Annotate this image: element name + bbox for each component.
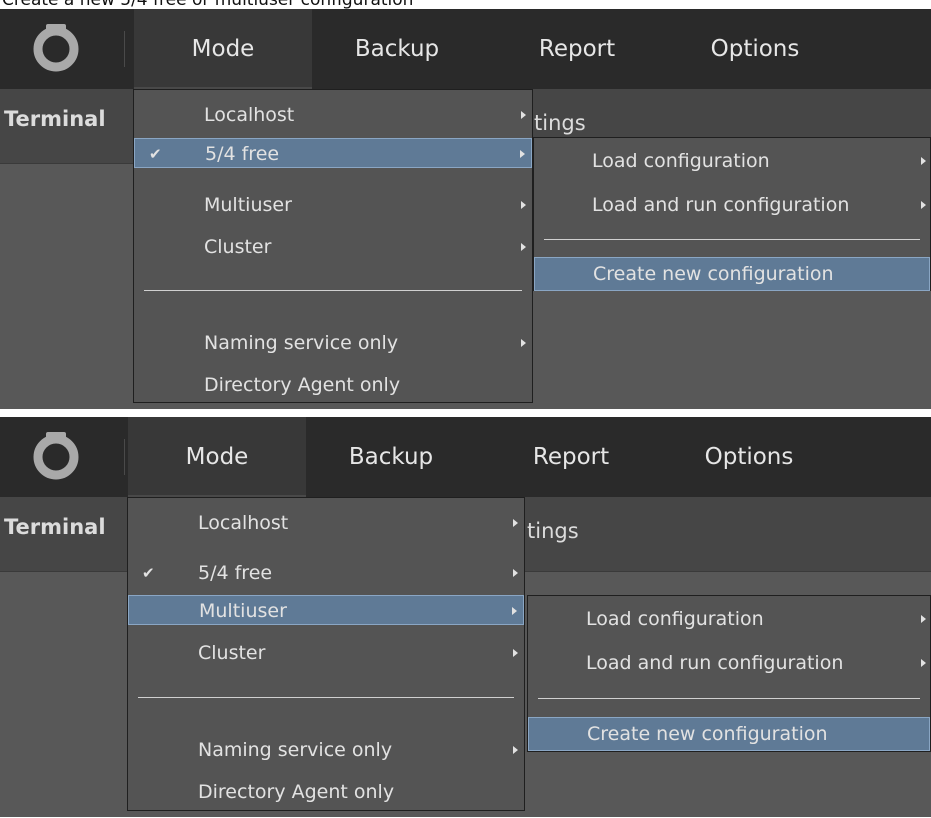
submenu-item-create-new-configuration[interactable]: Create new configuration [528, 717, 930, 751]
mode-item-naming-service-only[interactable]: Naming service only [128, 735, 524, 765]
chevron-right-icon [921, 201, 926, 209]
mode-item-label: 5/4 free [205, 143, 280, 165]
submenu-item-label: Load and run configuration [592, 194, 850, 216]
mode-item-label: Localhost [198, 512, 289, 534]
chevron-right-icon [512, 607, 517, 615]
mode-item-localhost[interactable]: Localhost [134, 100, 532, 130]
submenu-item-label: Create new configuration [593, 263, 834, 285]
menu-mode[interactable]: Mode [128, 417, 306, 497]
chevron-right-icon [521, 243, 526, 251]
mode-item-label: Naming service only [198, 739, 393, 761]
menu-options[interactable]: Options [674, 417, 824, 497]
submenu-item-create-new-configuration[interactable]: Create new configuration [534, 257, 930, 291]
ring-logo-icon[interactable] [28, 19, 84, 75]
mode-item-localhost[interactable]: Localhost [128, 508, 524, 538]
mode-dropdown: Localhost ✔ 5/4 free Multiuser Cluster N… [127, 497, 525, 811]
screenshot-panel-1: Mode Backup Report Options Terminal ting… [0, 9, 931, 409]
top-menubar: Mode Backup Report Options [0, 417, 931, 497]
mode-item-5-4-free[interactable]: ✔ 5/4 free [128, 558, 524, 588]
chevron-right-icon [921, 157, 926, 165]
checkmark-icon: ✔ [142, 564, 155, 582]
mode-item-label: Localhost [204, 104, 295, 126]
submenu-item-label: Load configuration [586, 608, 764, 630]
configuration-submenu: Load configuration Load and run configur… [533, 137, 931, 291]
mode-item-label: Directory Agent only [204, 374, 401, 396]
menu-divider [144, 290, 522, 291]
mode-item-label: Multiuser [204, 194, 292, 216]
chevron-right-icon [921, 615, 926, 623]
submenu-item-load-and-run-configuration[interactable]: Load and run configuration [534, 190, 930, 220]
mode-item-5-4-free[interactable]: ✔ 5/4 free [134, 138, 532, 168]
logo-separator [124, 439, 125, 475]
mode-item-label: Cluster [204, 236, 272, 258]
mode-item-cluster[interactable]: Cluster [134, 232, 532, 262]
tab-terminal[interactable]: Terminal [4, 107, 106, 131]
menu-divider [138, 697, 514, 698]
screenshot-panel-2: Mode Backup Report Options Terminal ting… [0, 417, 931, 817]
mode-item-label: Cluster [198, 642, 266, 664]
submenu-item-load-configuration[interactable]: Load configuration [528, 604, 930, 634]
menu-divider [544, 239, 920, 240]
tab-terminal[interactable]: Terminal [4, 515, 106, 539]
chevron-right-icon [921, 659, 926, 667]
chevron-right-icon [521, 111, 526, 119]
caption: Create a new 5/4 free or multiuser confi… [2, 0, 414, 10]
chevron-right-icon [513, 519, 518, 527]
mode-item-cluster[interactable]: Cluster [128, 638, 524, 668]
chevron-right-icon [521, 339, 526, 347]
submenu-item-load-and-run-configuration[interactable]: Load and run configuration [528, 648, 930, 678]
tab-settings[interactable]: tings [527, 519, 579, 543]
submenu-item-label: Create new configuration [587, 723, 828, 745]
mode-item-label: Naming service only [204, 332, 399, 354]
top-menubar: Mode Backup Report Options [0, 9, 931, 89]
mode-item-multiuser[interactable]: Multiuser [134, 190, 532, 220]
configuration-submenu: Load configuration Load and run configur… [527, 595, 931, 752]
mode-item-label: Directory Agent only [198, 781, 395, 803]
logo-separator [124, 31, 125, 67]
tab-settings[interactable]: tings [534, 111, 586, 135]
ring-logo-icon[interactable] [28, 427, 84, 483]
menu-backup[interactable]: Backup [316, 417, 466, 497]
mode-dropdown: Localhost ✔ 5/4 free Multiuser Cluster N… [133, 89, 533, 403]
mode-item-directory-agent-only[interactable]: Directory Agent only [134, 370, 532, 400]
menu-report[interactable]: Report [512, 9, 642, 89]
chevron-right-icon [520, 150, 525, 158]
mode-item-directory-agent-only[interactable]: Directory Agent only [128, 777, 524, 807]
mode-item-multiuser[interactable]: Multiuser [128, 595, 524, 625]
submenu-item-load-configuration[interactable]: Load configuration [534, 146, 930, 176]
checkmark-icon: ✔ [149, 145, 162, 163]
menu-divider [538, 698, 920, 699]
mode-item-naming-service-only[interactable]: Naming service only [134, 328, 532, 358]
chevron-right-icon [513, 746, 518, 754]
menu-backup[interactable]: Backup [322, 9, 472, 89]
mode-item-label: 5/4 free [198, 562, 273, 584]
chevron-right-icon [521, 201, 526, 209]
submenu-item-label: Load configuration [592, 150, 770, 172]
menu-report[interactable]: Report [506, 417, 636, 497]
menu-mode[interactable]: Mode [134, 9, 312, 89]
submenu-item-label: Load and run configuration [586, 652, 844, 674]
chevron-right-icon [513, 649, 518, 657]
chevron-right-icon [513, 569, 518, 577]
menu-options[interactable]: Options [680, 9, 830, 89]
mode-item-label: Multiuser [199, 600, 287, 622]
